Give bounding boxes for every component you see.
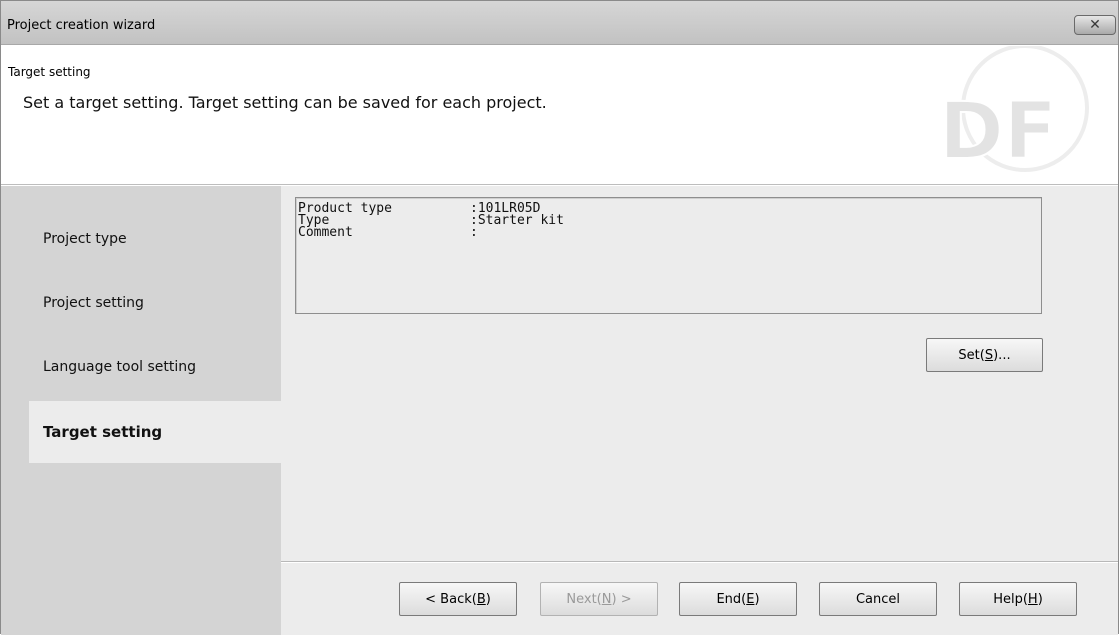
info-key: Comment (298, 225, 353, 240)
help-button-text: Help( (993, 591, 1028, 607)
project-creation-wizard-window: Project creation wizard ✕ Target setting… (0, 0, 1119, 635)
info-value: :Starter kit (470, 213, 564, 228)
df-logo-icon: DF (938, 46, 1089, 176)
step-description: Set a target setting. Target setting can… (23, 93, 547, 112)
next-button-mnemonic: N (601, 591, 612, 607)
end-button-suffix: ) (754, 591, 760, 607)
logo-text: DF (939, 87, 1057, 176)
info-row-type: Type:Starter kit (298, 213, 1041, 228)
set-button[interactable]: Set(S)... (926, 338, 1043, 372)
end-button-mnemonic: E (746, 591, 755, 607)
sidebar-item-language-tool-setting[interactable]: Language tool setting (29, 336, 281, 398)
back-button-text: < Back( (425, 591, 477, 607)
sidebar-item-label: Project setting (43, 295, 144, 311)
close-icon: ✕ (1089, 17, 1101, 33)
cancel-button[interactable]: Cancel (819, 582, 937, 616)
set-button-text: Set( (958, 347, 985, 363)
end-button-text: End( (716, 591, 747, 607)
sidebar-item-label: Target setting (43, 423, 163, 441)
main-panel: Product type:101LR05D Type:Starter kit C… (281, 186, 1118, 635)
end-button[interactable]: End(E) (679, 582, 797, 616)
sidebar-item-project-setting[interactable]: Project setting (29, 272, 281, 334)
sidebar-item-project-type[interactable]: Project type (29, 208, 281, 270)
target-info-box[interactable]: Product type:101LR05D Type:Starter kit C… (295, 197, 1042, 314)
info-row-product-type: Product type:101LR05D (298, 202, 1041, 215)
title-bar: Project creation wizard ✕ (1, 1, 1118, 45)
next-button-text: Next( (566, 591, 602, 607)
back-button[interactable]: < Back(B) (399, 582, 517, 616)
close-button[interactable]: ✕ (1074, 15, 1116, 35)
info-value: : (470, 225, 478, 240)
back-button-suffix: ) (485, 591, 491, 607)
sidebar-item-label: Project type (43, 231, 127, 247)
next-button-suffix: ) > (611, 591, 632, 607)
set-button-mnemonic: S (984, 347, 994, 363)
next-button[interactable]: Next(N) > (540, 582, 658, 616)
step-title: Target setting (8, 65, 91, 79)
window-title: Project creation wizard (7, 18, 156, 33)
help-button-mnemonic: H (1027, 591, 1038, 607)
info-row-comment: Comment: (298, 225, 1041, 240)
help-button[interactable]: Help(H) (959, 582, 1077, 616)
cancel-button-text: Cancel (855, 591, 901, 607)
footer-divider-highlight (281, 562, 1118, 563)
wizard-header: Target setting Set a target setting. Tar… (1, 46, 1118, 185)
sidebar-item-target-setting[interactable]: Target setting (29, 401, 281, 463)
help-button-suffix: ) (1037, 591, 1043, 607)
set-button-suffix: )... (993, 347, 1011, 363)
wizard-steps-sidebar: Project type Project setting Language to… (1, 186, 281, 635)
sidebar-item-label: Language tool setting (43, 359, 197, 375)
back-button-mnemonic: B (476, 591, 486, 607)
